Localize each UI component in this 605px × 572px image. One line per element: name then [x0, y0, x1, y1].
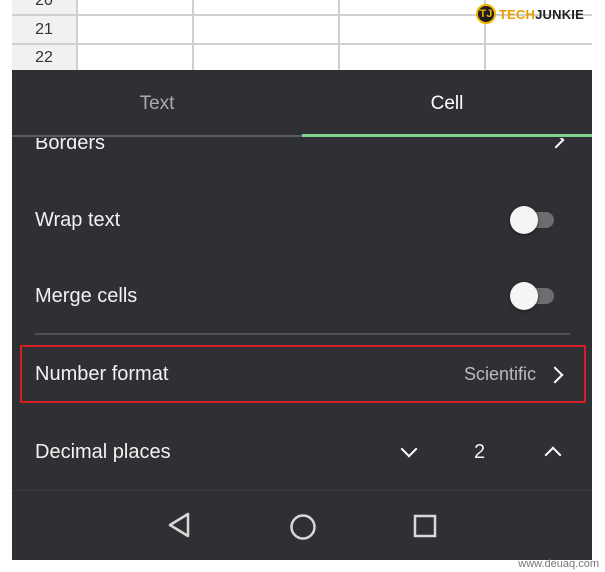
borders-row[interactable]: Borders	[12, 138, 592, 166]
number-format-value: Scientific	[463, 363, 536, 384]
system-nav-bar	[12, 490, 592, 560]
sheet-cell[interactable]	[340, 45, 486, 72]
toggle-knob	[510, 282, 538, 310]
sheet-cell[interactable]	[194, 16, 340, 43]
decimal-places-label: Decimal places	[35, 440, 171, 463]
app-frame: 20 21 22 TJ TECH JUNKIE Text Cell Border…	[12, 0, 592, 560]
section-divider	[35, 333, 570, 335]
row-number: 21	[12, 16, 78, 43]
chevron-down-icon[interactable]	[400, 440, 418, 458]
merge-cells-toggle[interactable]	[510, 282, 554, 310]
sheet-cell[interactable]	[194, 45, 340, 72]
wrap-text-toggle[interactable]	[510, 206, 554, 234]
wrap-text-label: Wrap text	[35, 208, 121, 231]
recents-icon[interactable]	[413, 514, 437, 538]
techjunkie-logo: TJ TECH JUNKIE	[475, 4, 584, 24]
chevron-right-icon	[547, 138, 565, 149]
number-format-row[interactable]: Number format Scientific	[12, 346, 592, 402]
watermark-text: www.deuaq.com	[518, 558, 599, 570]
decimal-places-value: 2	[474, 440, 486, 463]
chevron-right-icon	[546, 366, 564, 384]
logo-badge: TJ	[475, 4, 496, 24]
home-icon[interactable]	[289, 513, 317, 541]
sheet-cell[interactable]	[340, 16, 486, 43]
number-format-label: Number format	[35, 362, 169, 385]
borders-label: Borders	[35, 138, 106, 154]
merge-cells-label: Merge cells	[35, 284, 138, 307]
sheet-cell[interactable]	[194, 0, 340, 14]
row-number: 22	[12, 45, 78, 72]
chevron-up-icon[interactable]	[544, 446, 562, 464]
row-number: 20	[12, 0, 78, 14]
toggle-knob	[510, 206, 538, 234]
tab-text[interactable]: Text	[12, 70, 302, 138]
sheet-cell[interactable]	[340, 0, 486, 14]
tab-cell[interactable]: Cell	[302, 70, 592, 138]
tab-divider	[12, 135, 302, 137]
sheet-cell[interactable]	[78, 45, 194, 72]
sheet-cell[interactable]	[78, 16, 194, 43]
logo-text-tech: TECH	[498, 6, 536, 22]
wrap-text-row: Wrap text	[12, 190, 592, 250]
sheet-cell[interactable]	[78, 0, 194, 14]
decimal-places-row: Decimal places 2	[12, 422, 592, 482]
cell-options-list: Borders Wrap text Merge cells Number for…	[12, 138, 592, 490]
format-tabs: Text Cell	[12, 70, 592, 138]
logo-text-junkie: JUNKIE	[535, 6, 584, 22]
merge-cells-row: Merge cells	[12, 266, 592, 326]
active-tab-indicator	[302, 134, 592, 137]
